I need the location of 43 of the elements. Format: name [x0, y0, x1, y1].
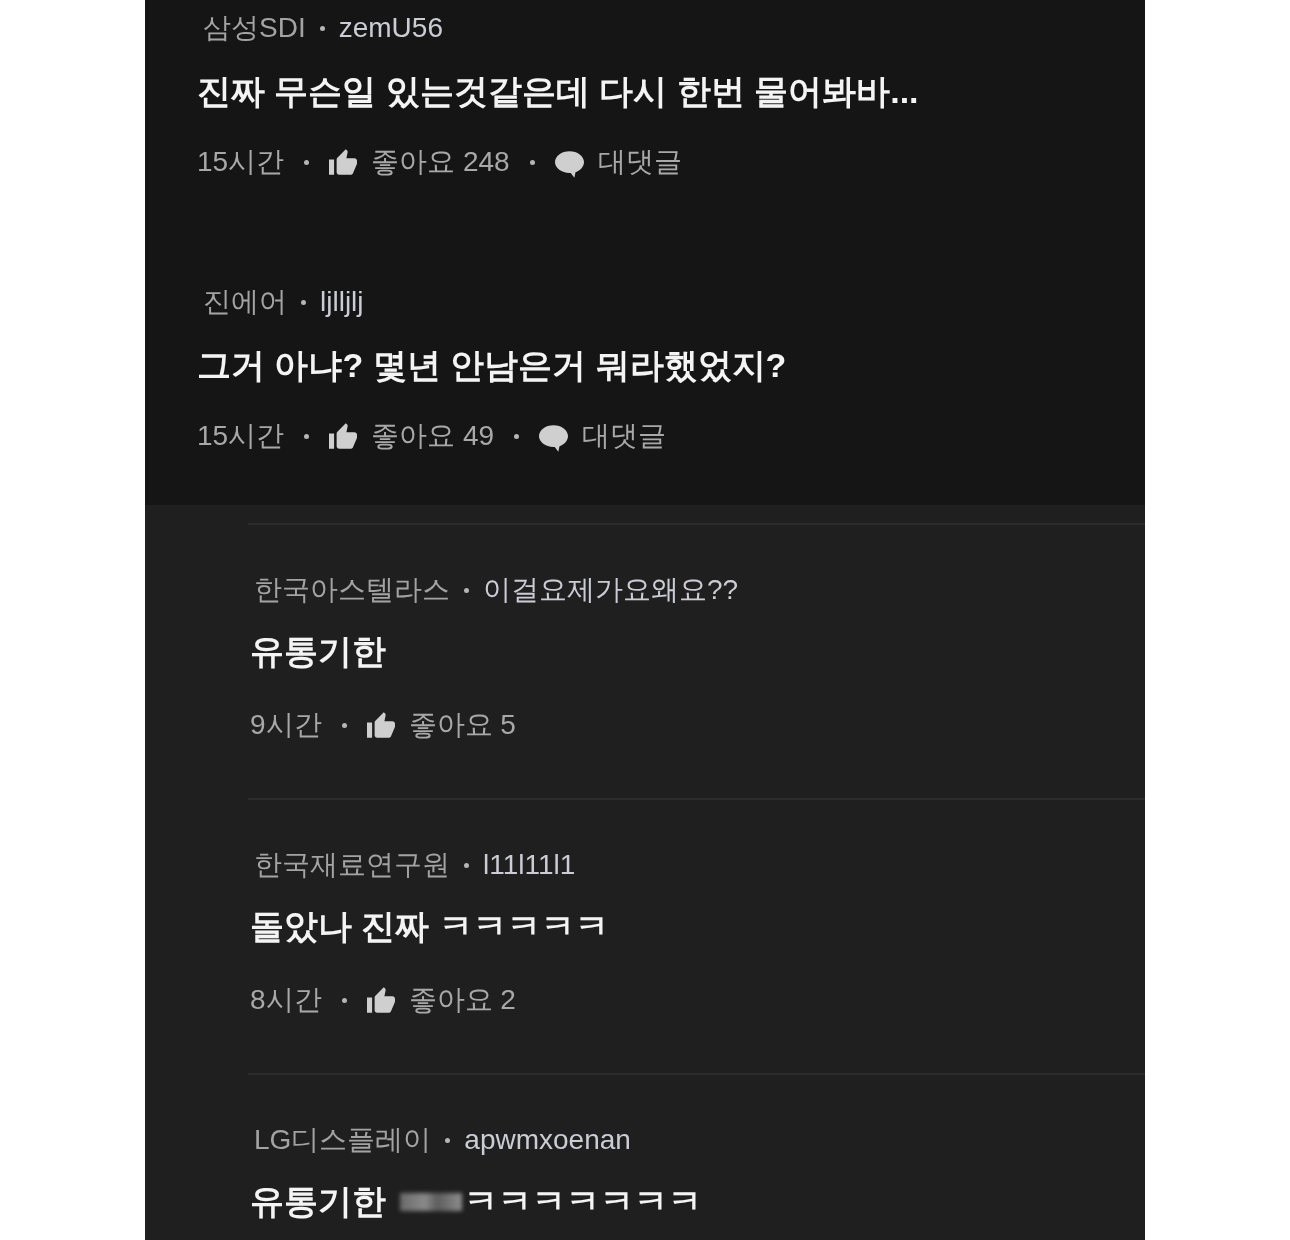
reply-link[interactable]: 대댓글	[597, 143, 682, 181]
like-count[interactable]: 좋아요 5	[408, 706, 516, 744]
dot-separator-icon	[341, 722, 347, 728]
thumbs-up-icon[interactable]	[366, 712, 395, 738]
dot-separator-icon	[301, 299, 306, 305]
comment-text: 진짜 무슨일 있는것같은데 다시 한번 물어봐바...	[197, 71, 919, 112]
speech-bubble-icon[interactable]	[554, 150, 584, 178]
author-organization: 삼성SDI	[202, 11, 306, 45]
author-username: l11l11l1	[483, 849, 576, 881]
comment-time: 9시간	[250, 708, 322, 742]
comment-time: 15시간	[197, 419, 285, 453]
dot-separator-icon	[464, 587, 469, 593]
author-organization: 진에어	[202, 285, 287, 319]
like-count[interactable]: 좋아요 248	[371, 143, 510, 181]
author-username: ljlljlj	[320, 286, 364, 318]
comment-time: 15시간	[197, 145, 285, 179]
comment-text: ㅋㅋㅋㅋㅋㅋㅋ	[464, 1181, 702, 1222]
comment-text: 돌았나 진짜 ㅋㅋㅋㅋㅋ	[250, 906, 609, 947]
comment-text: 유통기한	[250, 631, 386, 672]
thumbs-up-icon[interactable]	[329, 423, 358, 449]
author-organization: 한국재료연구원	[253, 848, 450, 882]
comment-time: 8시간	[250, 983, 322, 1017]
author-organization: LG디스플레이	[253, 1123, 432, 1157]
comment-text: 그거 아냐? 몇년 안남은거 뭐라했었지?	[197, 345, 787, 386]
dot-separator-icon	[304, 159, 310, 165]
like-count[interactable]: 좋아요 49	[371, 417, 495, 455]
thumbs-up-icon[interactable]	[329, 149, 358, 175]
author-username: 이걸요제가요왜요??	[483, 573, 739, 607]
thumbs-up-icon[interactable]	[366, 987, 395, 1013]
author-username: zemU56	[338, 12, 443, 44]
dot-separator-icon	[464, 862, 469, 868]
speech-bubble-icon[interactable]	[539, 424, 569, 452]
comment-text: 유통기한	[250, 1181, 386, 1222]
like-count[interactable]: 좋아요 2	[408, 981, 516, 1019]
author-organization: 한국아스텔라스	[253, 573, 450, 607]
dot-separator-icon	[514, 433, 520, 439]
dot-separator-icon	[304, 433, 310, 439]
dot-separator-icon	[445, 1137, 451, 1143]
author-username: apwmxoenan	[464, 1124, 631, 1156]
dot-separator-icon	[529, 159, 535, 165]
dot-separator-icon	[341, 997, 347, 1003]
dot-separator-icon	[319, 25, 325, 31]
reply-link[interactable]: 대댓글	[582, 417, 667, 455]
